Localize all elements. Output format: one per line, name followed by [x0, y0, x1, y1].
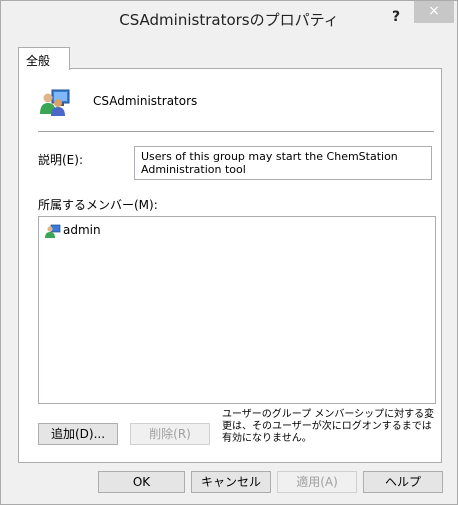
description-field[interactable]: Users of this group may start the ChemSt… — [134, 146, 432, 180]
members-label: 所属するメンバー(M): — [38, 198, 158, 212]
ok-button[interactable]: OK — [98, 471, 185, 493]
group-name: CSAdministrators — [93, 94, 198, 108]
apply-button[interactable]: 適用(A) — [277, 471, 357, 493]
separator — [38, 131, 434, 132]
close-button[interactable]: × — [414, 1, 454, 23]
membership-note: ユーザーのグループ メンバーシップに対する変更は、そのユーザーが次にログオンする… — [222, 409, 435, 444]
title-bar[interactable]: CSAdministratorsのプロパティ ? × — [1, 1, 457, 35]
user-icon — [45, 224, 61, 238]
tab-general-label: 全般 — [26, 54, 51, 68]
general-panel: CSAdministrators 説明(E): Users of this gr… — [18, 68, 442, 463]
add-button[interactable]: 追加(D)... — [38, 423, 118, 445]
member-name: admin — [63, 223, 101, 237]
properties-dialog: CSAdministratorsのプロパティ ? × 全般 CSAdminist… — [0, 0, 458, 505]
cancel-button[interactable]: キャンセル — [191, 471, 271, 493]
members-list[interactable]: admin — [38, 216, 436, 404]
tab-general[interactable]: 全般 — [18, 47, 70, 70]
description-label: 説明(E): — [38, 153, 83, 167]
group-users-icon — [40, 89, 70, 116]
help-footer-button[interactable]: ヘルプ — [363, 471, 443, 493]
remove-button[interactable]: 削除(R) — [130, 423, 210, 445]
help-button[interactable]: ? — [383, 5, 409, 29]
